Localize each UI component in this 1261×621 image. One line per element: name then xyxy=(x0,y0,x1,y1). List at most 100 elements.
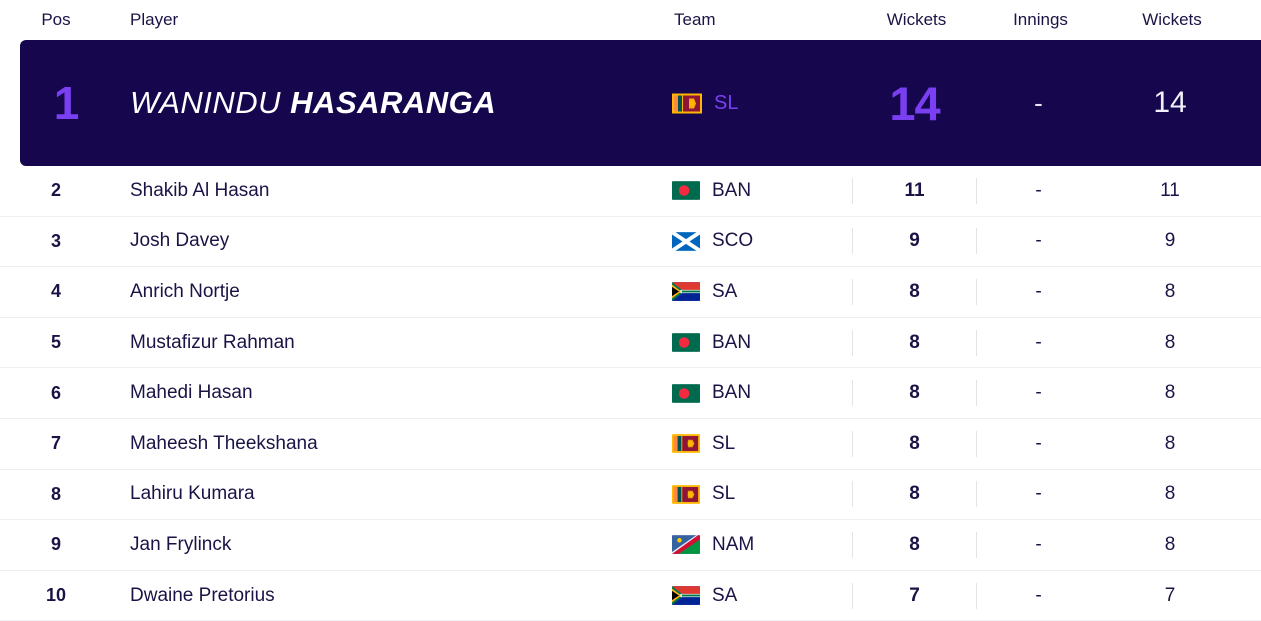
row-player-name: Maheesh Theekshana xyxy=(130,432,318,454)
row-player-name: Mahedi Hasan xyxy=(130,382,253,404)
row-position: 9 xyxy=(50,534,61,555)
table-header-row: Pos Player Team Wickets Innings Wickets xyxy=(0,0,1261,40)
row-team: SL xyxy=(672,483,852,505)
column-header-team: Team xyxy=(674,10,716,29)
team-code: BAN xyxy=(712,382,752,404)
row-wickets: 8 xyxy=(852,281,977,303)
row-wickets: 8 xyxy=(852,534,977,556)
row-player-name: Shakib Al Hasan xyxy=(130,179,270,201)
row-team: BAN xyxy=(672,332,852,354)
table-row[interactable]: 3 Josh Davey SCO 9 - 9 xyxy=(0,216,1261,268)
row-innings: - xyxy=(1035,533,1042,555)
row-innings: - xyxy=(1035,230,1042,252)
table-row[interactable]: 9 Jan Frylinck NAM 8 - 8 xyxy=(0,520,1261,571)
flag-sri-lanka-icon xyxy=(672,434,700,454)
row-player-name: Lahiru Kumara xyxy=(130,483,255,505)
row-innings: - xyxy=(1035,331,1042,353)
row-wickets: 8 xyxy=(852,382,977,404)
team-code: SA xyxy=(712,280,738,302)
table-row[interactable]: 7 Maheesh Theekshana SL 8 - 8 xyxy=(0,418,1261,470)
column-header-wickets-total: Wickets xyxy=(1142,10,1202,29)
table-row[interactable]: 5 Mustafizur Rahman BAN 8 - 8 xyxy=(0,317,1261,369)
row-wickets-total: 7 xyxy=(1164,584,1176,606)
row-team: SCO xyxy=(672,230,852,252)
flag-south-africa-icon xyxy=(672,282,700,302)
row-innings: - xyxy=(1035,483,1042,505)
row-innings: - xyxy=(1035,584,1042,606)
row-innings: - xyxy=(1035,179,1042,201)
row-wickets: 14 xyxy=(889,76,940,130)
row-wickets: 8 xyxy=(852,433,977,455)
table-row[interactable]: 6 Mahedi Hasan BAN 8 - 8 xyxy=(0,368,1261,419)
row-innings: - xyxy=(1035,432,1042,454)
column-header-innings: Innings xyxy=(1013,10,1068,29)
row-team: BAN xyxy=(672,180,852,202)
row-position: 4 xyxy=(50,281,61,302)
flag-bangladesh-icon xyxy=(672,383,700,403)
team-code: SL xyxy=(712,432,736,454)
player-last-name: HASARANGA xyxy=(290,85,497,120)
flag-scotland-icon xyxy=(672,231,700,251)
table-row[interactable]: 10 Dwaine Pretorius SA 7 - 7 xyxy=(0,570,1261,621)
row-innings: - xyxy=(1035,382,1042,404)
row-position: 8 xyxy=(50,483,61,504)
column-header-player: Player xyxy=(130,10,179,29)
row-position: 3 xyxy=(50,230,61,251)
row-innings: - xyxy=(1035,280,1042,302)
player-first-name: WANINDU xyxy=(130,85,282,120)
row-position: 5 xyxy=(50,332,61,353)
row-wickets-total: 9 xyxy=(1164,230,1176,252)
row-team: SA xyxy=(672,585,852,607)
flag-bangladesh-icon xyxy=(672,181,700,201)
row-wickets-total: 14 xyxy=(1153,86,1187,119)
team-code: SA xyxy=(712,584,738,606)
row-wickets: 8 xyxy=(852,483,977,505)
bowling-leaderboard-table: Pos Player Team Wickets Innings Wickets … xyxy=(0,0,1261,621)
row-player-name: WANINDU HASARANGA xyxy=(112,85,672,121)
row-team: BAN xyxy=(672,382,852,404)
flag-south-africa-icon xyxy=(672,586,700,605)
team-code: SL xyxy=(714,91,739,114)
row-wickets-total: 8 xyxy=(1164,331,1176,353)
row-wickets: 8 xyxy=(852,332,977,354)
row-player-name: Mustafizur Rahman xyxy=(130,331,295,353)
row-wickets-total: 8 xyxy=(1164,483,1176,505)
column-header-pos: Pos xyxy=(41,10,71,29)
row-position: 10 xyxy=(45,585,67,606)
row-player-name: Anrich Nortje xyxy=(130,280,240,302)
flag-sri-lanka-icon xyxy=(672,485,700,504)
table-row[interactable]: 8 Lahiru Kumara SL 8 - 8 xyxy=(0,469,1261,521)
row-wickets-total: 8 xyxy=(1164,533,1176,555)
row-wickets: 7 xyxy=(852,585,977,607)
team-code: NAM xyxy=(712,533,755,555)
leaderboard-rows: 2 Shakib Al Hasan BAN 11 - 11 3 Josh Davey SCO 9 -… xyxy=(0,166,1261,621)
row-player-name: Dwaine Pretorius xyxy=(130,584,275,606)
column-header-wickets: Wickets xyxy=(886,10,947,29)
row-position: 1 xyxy=(53,77,80,129)
team-code: SCO xyxy=(712,230,754,252)
leaderboard-row-highlighted[interactable]: 1 WANINDU HASARANGA SL 14 - 14 xyxy=(20,40,1261,166)
row-position: 6 xyxy=(50,382,61,403)
flag-sri-lanka-icon xyxy=(672,93,702,114)
row-wickets-total: 11 xyxy=(1160,179,1180,201)
row-wickets: 11 xyxy=(852,180,977,202)
row-wickets-total: 8 xyxy=(1164,382,1176,404)
row-innings: - xyxy=(1034,87,1043,118)
row-wickets-total: 8 xyxy=(1164,432,1176,454)
row-player-name: Jan Frylinck xyxy=(130,533,232,555)
row-position: 2 xyxy=(50,180,61,201)
row-team: SL xyxy=(672,433,852,455)
table-row[interactable]: 2 Shakib Al Hasan BAN 11 - 11 xyxy=(0,166,1261,217)
row-wickets: 9 xyxy=(852,230,977,252)
flag-bangladesh-icon xyxy=(672,333,700,352)
team-code: SL xyxy=(712,483,736,505)
team-code: BAN xyxy=(712,179,752,201)
row-team: NAM xyxy=(672,534,852,556)
row-wickets-total: 8 xyxy=(1164,280,1176,302)
row-team: SL xyxy=(672,92,852,115)
flag-namibia-icon xyxy=(672,535,700,555)
team-code: BAN xyxy=(712,331,752,353)
row-team: SA xyxy=(672,281,852,303)
table-row[interactable]: 4 Anrich Nortje SA 8 - 8 xyxy=(0,267,1261,318)
row-position: 7 xyxy=(50,433,61,454)
